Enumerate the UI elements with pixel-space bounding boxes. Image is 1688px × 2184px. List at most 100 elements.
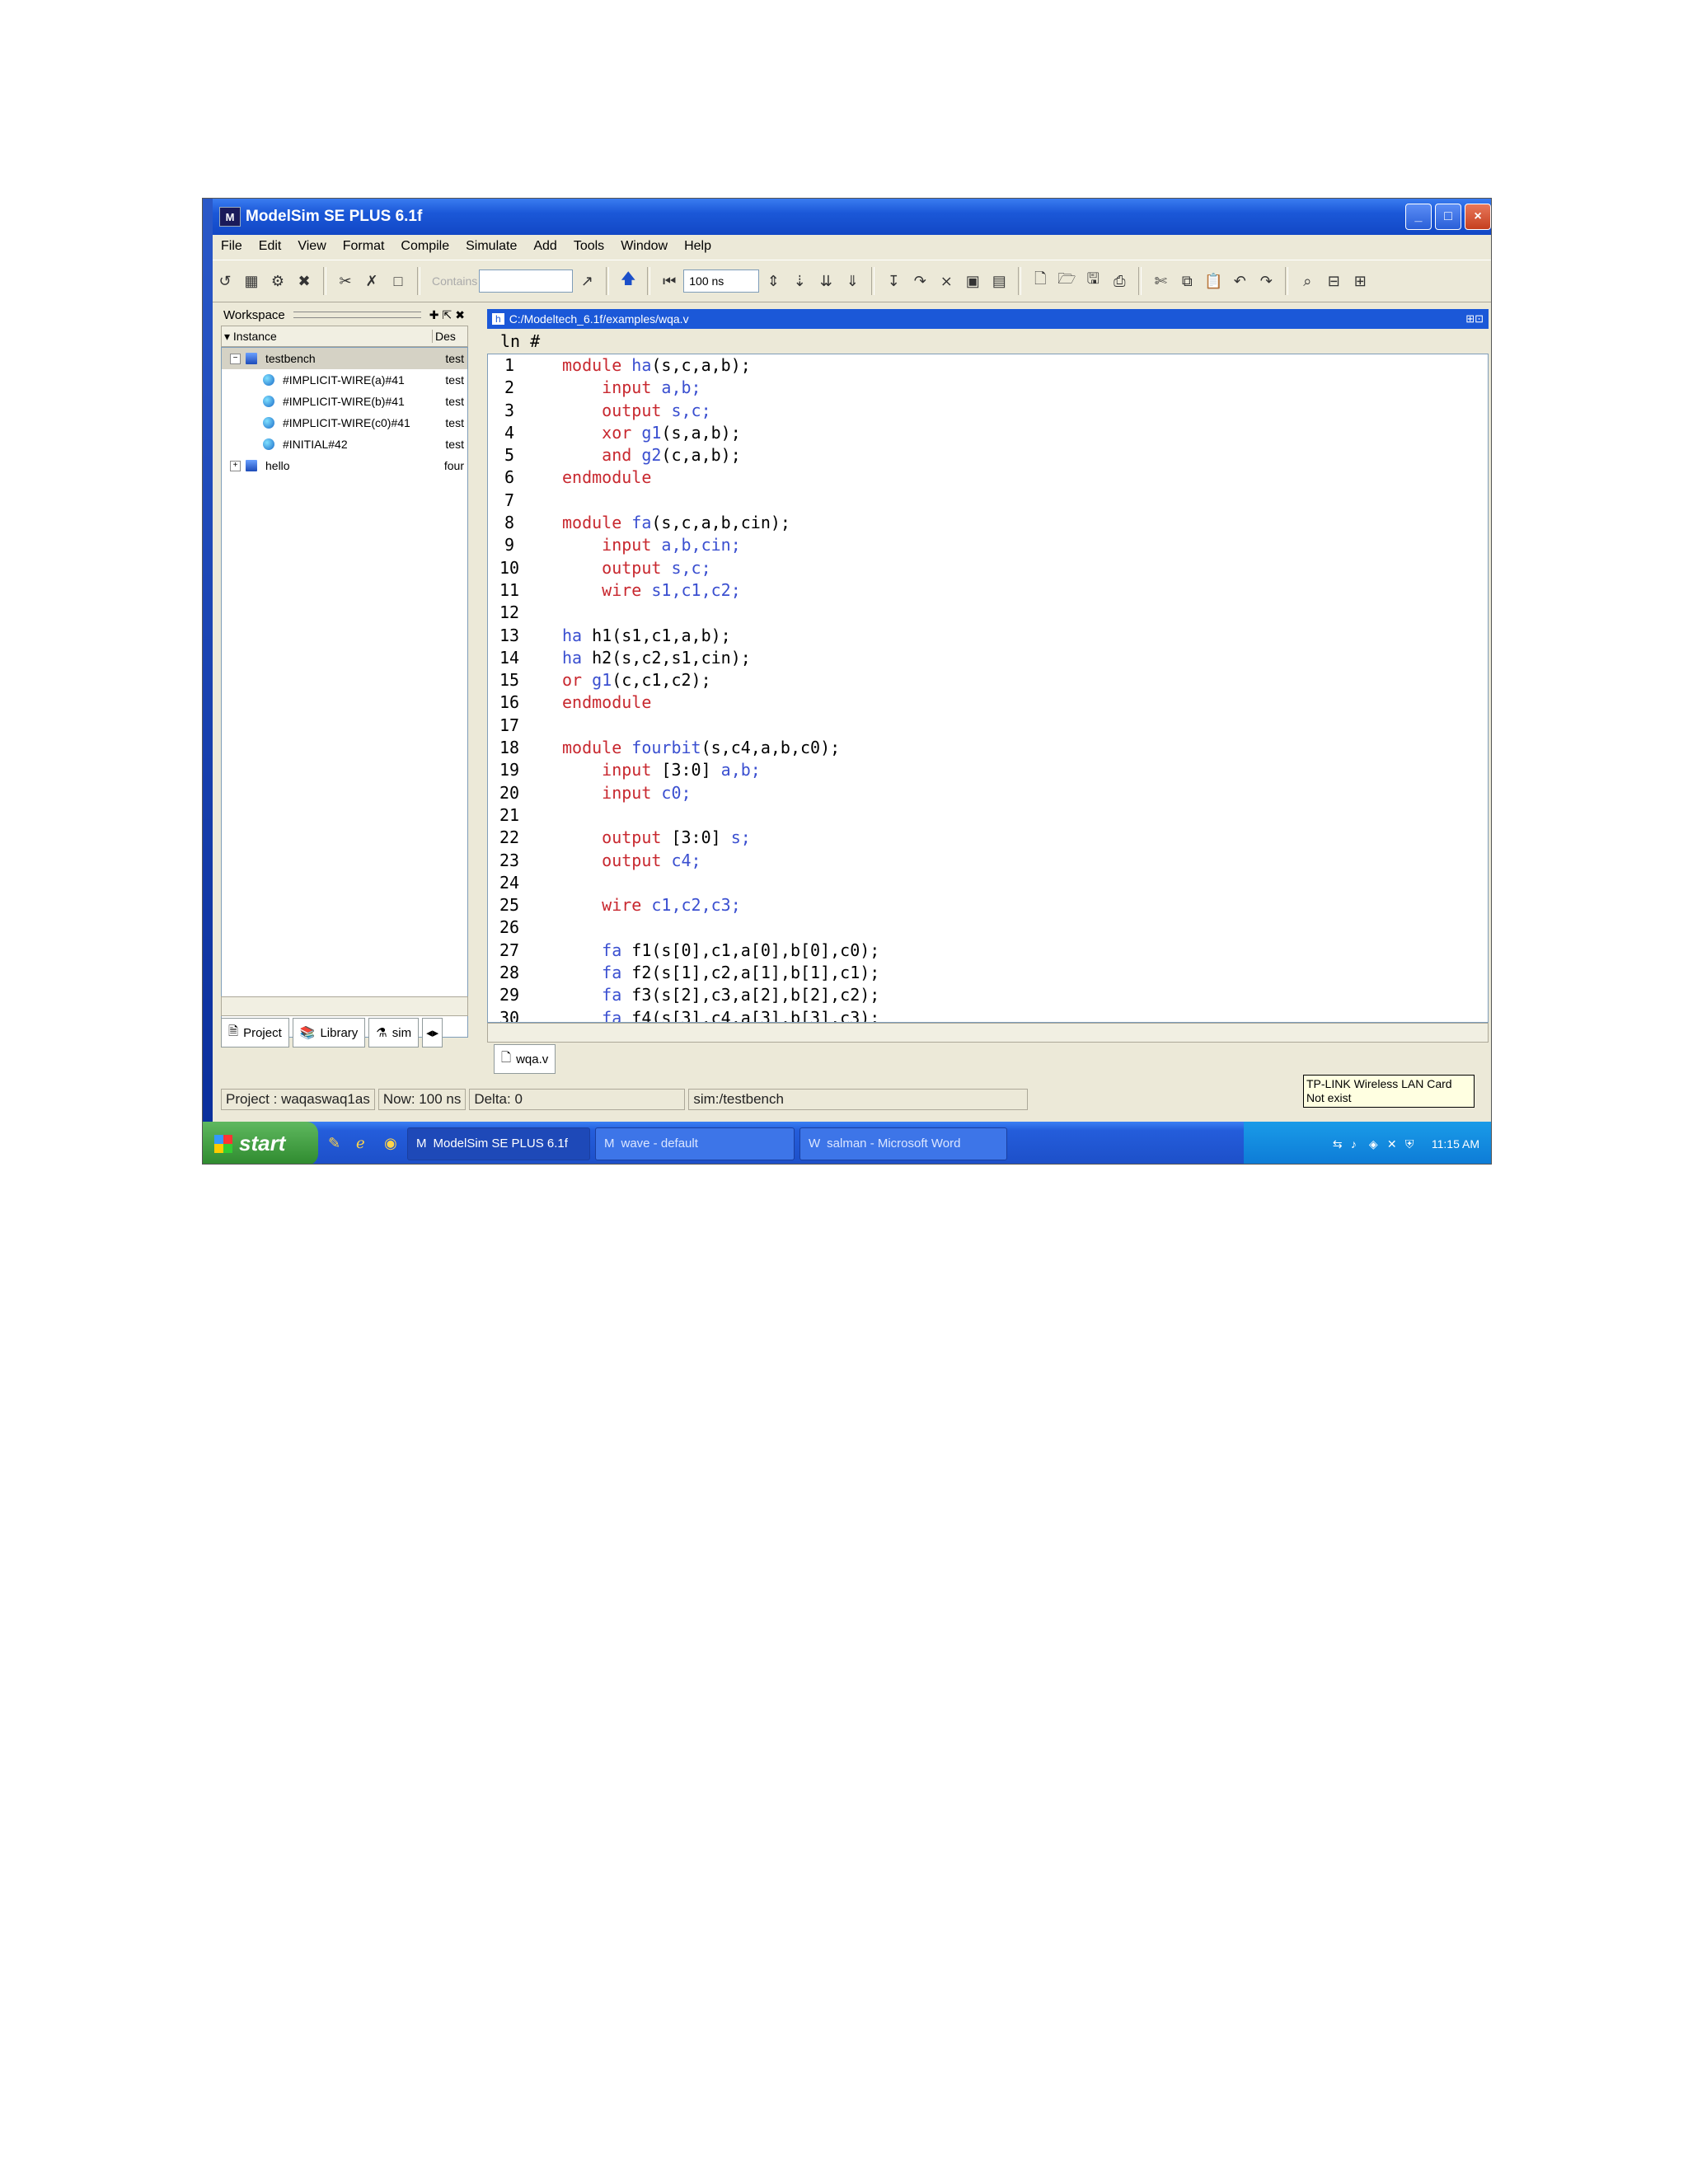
step-over-icon[interactable]: ↷ [907,269,932,293]
restart-icon[interactable]: ↺ [213,269,237,293]
window-title: ModelSim SE PLUS 6.1f [246,208,423,225]
wireless-tray-icon[interactable]: ✕ [1387,1137,1400,1151]
delete-signal-icon[interactable]: ✗ [359,269,384,293]
tree-row[interactable]: #IMPLICIT-WIRE(b)#41 test [222,391,467,412]
editor-window-controls-icon[interactable]: ⊞⊡ [1465,312,1484,326]
tree-row-label: testbench [265,352,316,365]
menu-window[interactable]: Window [612,239,676,254]
tab-project[interactable]: 🗎 Project [221,1018,289,1047]
tree-row[interactable]: #IMPLICIT-WIRE(a)#41 test [222,369,467,391]
code-line: 18 module fourbit(s,c4,a,b,c0); [488,737,1488,759]
continue-run-icon[interactable]: ⇊ [814,269,838,293]
up-arrow-icon[interactable]: 🡅 [616,269,640,293]
performance-icon[interactable]: ▣ [960,269,985,293]
expand-icon[interactable]: ⊞ [1348,269,1372,293]
quicklaunch-paint-icon[interactable]: ✎ [328,1135,346,1153]
line-number: 11 [499,579,520,600]
tab-wqa-v[interactable]: 🗋 wqa.v [494,1044,556,1074]
close-button[interactable]: × [1465,204,1491,230]
code-token: fa [562,940,632,960]
cut-icon[interactable]: ✄ [1148,269,1173,293]
antivirus-tray-icon[interactable]: ◈ [1369,1137,1382,1151]
copy-icon[interactable]: ⧉ [1175,269,1199,293]
break-sim-icon[interactable]: ⨯ [934,269,959,293]
menu-add[interactable]: Add [525,239,565,254]
tab-scroll-arrows[interactable]: ◂▸ [422,1018,443,1047]
menu-format[interactable]: Format [335,239,393,254]
workspace-horizontal-scrollbar[interactable] [221,996,468,1016]
redo-icon[interactable]: ↷ [1254,269,1278,293]
tooltip-line-1: TP-LINK Wireless LAN Card [1306,1077,1452,1090]
open-folder-icon[interactable]: 🗁 [1054,269,1079,293]
undo-icon[interactable]: ↶ [1227,269,1252,293]
tab-library[interactable]: 📚 Library [292,1018,366,1047]
expand-icon[interactable]: + [230,460,241,471]
code-token: module [562,738,632,758]
code-line: 24 [488,872,1488,894]
tab-sim[interactable]: ⚗ sim [368,1018,420,1047]
step-icon[interactable]: ↧ [881,269,906,293]
menu-simulate[interactable]: Simulate [457,239,525,254]
quicklaunch-firefox-icon[interactable]: ◉ [384,1135,402,1153]
memory-icon[interactable]: ▤ [987,269,1011,293]
run-restart-icon[interactable]: ⏮ [657,269,682,293]
new-file-icon[interactable]: □ [386,269,410,293]
editor-horizontal-scrollbar[interactable] [487,1023,1489,1043]
run-length-input[interactable]: 100 ns [683,269,760,293]
save-icon[interactable]: 🖫 [1081,269,1105,293]
find-binoculars-icon[interactable]: ⌕ [1295,269,1320,293]
menu-compile[interactable]: Compile [392,239,457,254]
tree-row[interactable]: + hello four [222,455,467,476]
menu-tools[interactable]: Tools [565,239,612,254]
run-length-spinner[interactable]: ⇕ [761,269,785,293]
menu-help[interactable]: Help [676,239,720,254]
security-tray-icon[interactable]: ⛨ [1405,1137,1418,1151]
collapse-icon[interactable]: ⊟ [1321,269,1346,293]
task-word[interactable]: Wsalman - Microsoft Word [799,1127,1007,1160]
menu-edit[interactable]: Edit [251,239,290,254]
find-contains-icon[interactable]: ↗ [574,269,599,293]
compile-icon[interactable]: ▦ [239,269,264,293]
task-modelsim[interactable]: M ModelSim SE PLUS 6.1f [407,1127,590,1160]
design-column-header[interactable]: Des [432,330,456,343]
start-button[interactable]: start [203,1122,318,1164]
workspace-label: Workspace [223,307,285,322]
compile-all-icon[interactable]: ⚙ [265,269,290,293]
break-icon[interactable]: ✖ [292,269,316,293]
print-icon[interactable]: ⎙ [1107,269,1132,293]
source-editor-pane: h C:/Modeltech_6.1f/examples/wqa.v ⊞⊡ ln… [487,309,1489,1074]
instance-column-header[interactable]: ▾ Instance [222,330,432,344]
menu-file[interactable]: File [213,239,251,254]
workspace-close-icon[interactable]: ✖ [455,308,465,322]
cut-signal-icon[interactable]: ✂ [333,269,358,293]
workspace-dock-icon[interactable]: ✚ [429,308,439,322]
window-titlebar[interactable]: M ModelSim SE PLUS 6.1f _ □ × [213,199,1491,235]
paste-icon[interactable]: 📋 [1201,269,1226,293]
menu-view[interactable]: View [289,239,334,254]
run-icon[interactable]: ⇣ [787,269,812,293]
code-text: input [3:0] a,b; [531,759,761,781]
source-code-area[interactable]: 1 module ha(s,c,a,b); 2 input a,b; 3 output… [487,354,1489,1023]
workspace-undock-icon[interactable]: ⇱ [443,308,452,322]
volume-tray-icon[interactable]: ♪ [1351,1137,1364,1151]
minimize-button[interactable]: _ [1405,204,1432,230]
tree-row[interactable]: − testbench test [222,348,467,369]
workspace-drag-grip[interactable] [293,312,421,318]
quicklaunch-ie-icon[interactable]: ℯ [356,1135,374,1153]
line-number: 7 [504,490,515,510]
task-wave[interactable]: Mwave - default [595,1127,795,1160]
editor-titlebar[interactable]: h C:/Modeltech_6.1f/examples/wqa.v ⊞⊡ [487,309,1489,329]
tree-row-label: #IMPLICIT-WIRE(b)#41 [283,395,405,408]
tree-row[interactable]: #INITIAL#42 test [222,434,467,455]
tree-row[interactable]: #IMPLICIT-WIRE(c0)#41 test [222,412,467,434]
new-icon[interactable]: 🗋 [1028,269,1053,293]
contains-input[interactable] [479,269,574,293]
run-all-icon[interactable]: ⇓ [840,269,865,293]
toolbar-separator [323,267,326,295]
tree-row-label: hello [265,459,290,472]
collapse-icon[interactable]: − [230,353,241,364]
signal-icon [263,417,274,429]
maximize-button[interactable]: □ [1435,204,1461,230]
network-tray-icon[interactable]: ⇆ [1333,1137,1346,1151]
